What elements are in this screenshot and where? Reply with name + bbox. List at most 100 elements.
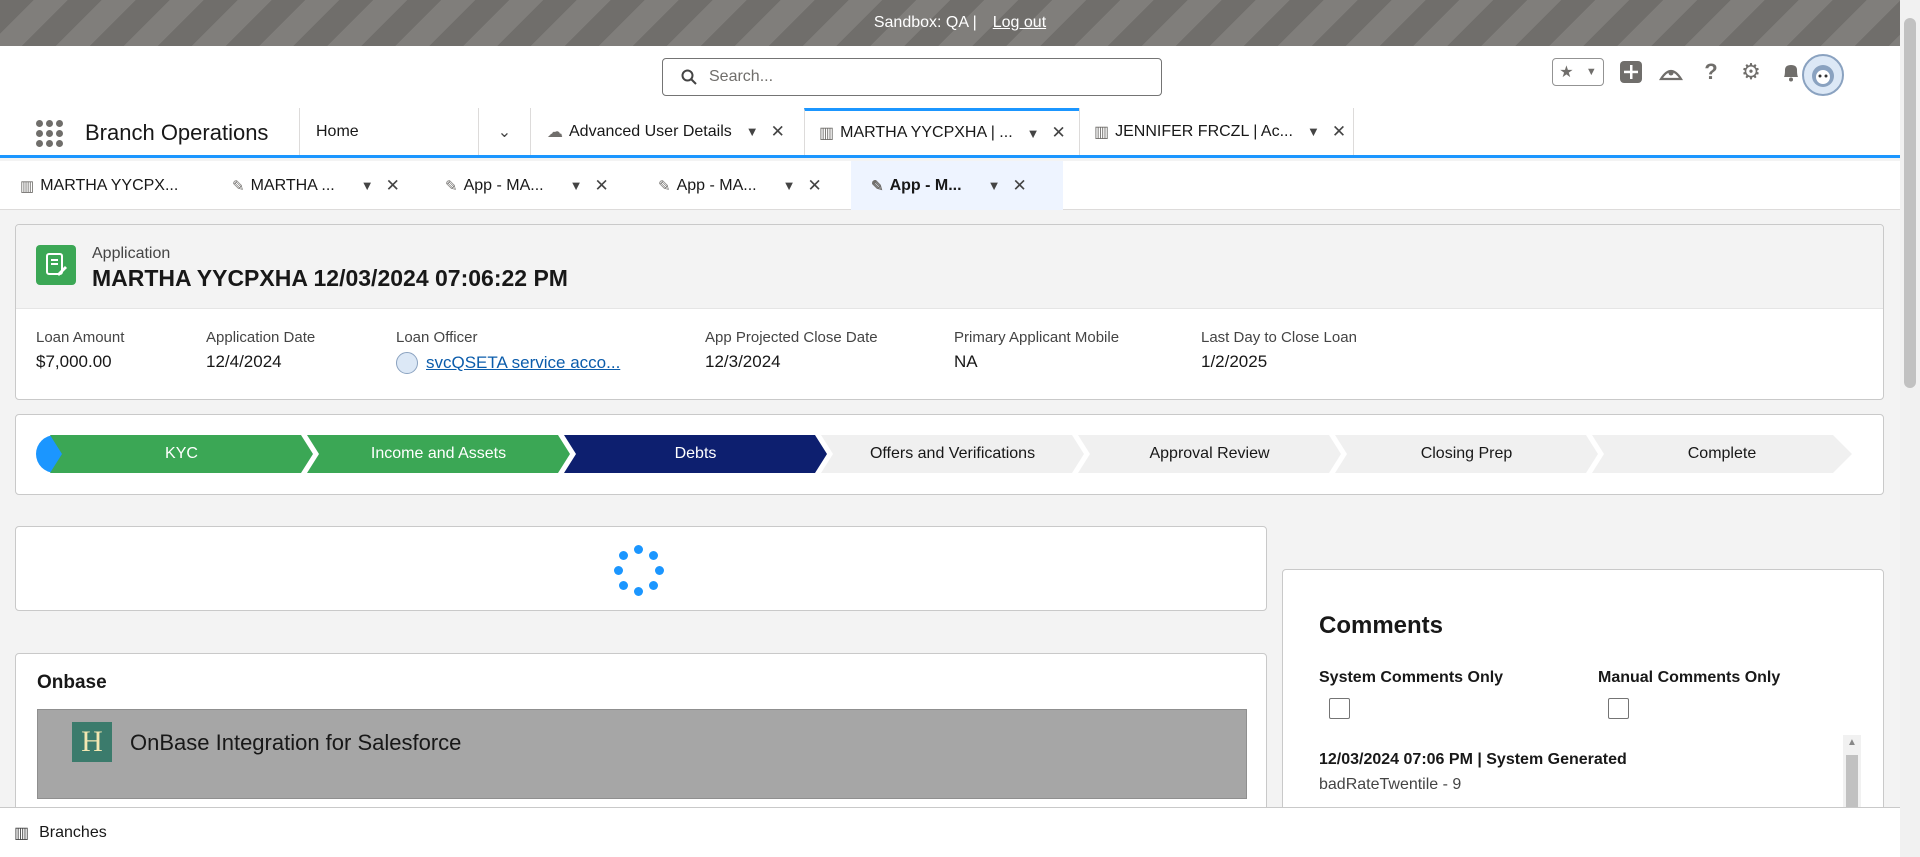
path-stage-income-assets[interactable]: Income and Assets xyxy=(307,435,570,473)
chevron-down-icon[interactable]: ▼ xyxy=(783,178,796,193)
field-label: Loan Officer xyxy=(396,329,478,346)
page-scroll-thumb[interactable] xyxy=(1904,18,1916,388)
close-icon[interactable]: ✕ xyxy=(1012,176,1026,196)
nav-tab-jennifer[interactable]: ▥ JENNIFER FRCZL | Ac... ▼ ✕ xyxy=(1079,108,1354,155)
nav-tab-advanced-user-details[interactable]: ☁ Advanced User Details ▼ ✕ xyxy=(530,108,804,155)
application-icon: ✎ xyxy=(445,177,458,195)
scroll-up-icon[interactable]: ▲ xyxy=(1847,737,1857,748)
header-icons: ★ ▼ ? ⚙ xyxy=(1552,58,1804,86)
close-icon[interactable]: ✕ xyxy=(1332,122,1346,142)
application-icon: ✎ xyxy=(232,177,245,195)
chevron-down-icon[interactable]: ▼ xyxy=(1027,126,1040,141)
manual-comments-checkbox[interactable] xyxy=(1608,698,1629,719)
subtab-martha-account[interactable]: ▥ MARTHA YYCPX... xyxy=(0,161,212,210)
bell-icon[interactable] xyxy=(1778,59,1804,85)
application-icon: ✎ xyxy=(658,177,671,195)
path-stage-complete[interactable]: Complete xyxy=(1592,435,1852,473)
cloud-icon: ☁ xyxy=(547,123,563,141)
search-input[interactable]: Search... xyxy=(662,58,1162,96)
field-label: App Projected Close Date xyxy=(705,329,878,346)
nav-tab-label: Advanced User Details xyxy=(569,122,732,140)
plus-icon[interactable] xyxy=(1618,59,1644,85)
utility-branches-item[interactable]: Branches xyxy=(39,824,107,842)
help-icon[interactable]: ? xyxy=(1698,59,1724,85)
filter-system-label: System Comments Only xyxy=(1319,669,1504,686)
loading-spinner xyxy=(614,545,664,596)
field-label: Loan Amount xyxy=(36,329,125,346)
field-label: Application Date xyxy=(206,329,316,346)
subtab-app-2[interactable]: ✎ App - MA... ▼ ✕ xyxy=(638,161,851,210)
building-icon: ▥ xyxy=(20,177,35,195)
path-stage-debts[interactable]: Debts xyxy=(564,435,827,473)
chevron-down-icon: ⌄ xyxy=(497,123,512,141)
stage-label: KYC xyxy=(165,445,198,462)
gear-icon[interactable]: ⚙ xyxy=(1738,59,1764,85)
path-stage-closing-prep[interactable]: Closing Prep xyxy=(1335,435,1598,473)
subtab-app-1[interactable]: ✎ App - MA... ▼ ✕ xyxy=(425,161,638,210)
trailhead-icon[interactable] xyxy=(1658,59,1684,85)
onbase-logo: H xyxy=(72,722,112,762)
close-icon[interactable]: ✕ xyxy=(594,176,608,196)
subtab-label: App - MA... xyxy=(463,176,544,194)
nav-tab-overflow[interactable]: ⌄ xyxy=(478,108,530,155)
path-component: KYC Income and Assets Debts Offers and V… xyxy=(15,414,1884,495)
path-stage-kyc[interactable]: KYC xyxy=(50,435,313,473)
close-icon[interactable]: ✕ xyxy=(807,176,821,196)
field-value: NA xyxy=(954,352,978,371)
comment-body: badRateTwentile - 9 xyxy=(1319,776,1462,793)
chevron-down-icon[interactable]: ▼ xyxy=(746,124,759,139)
system-comments-checkbox[interactable] xyxy=(1329,698,1350,719)
close-icon[interactable]: ✕ xyxy=(1052,123,1066,143)
comment-header: 12/03/2024 07:06 PM | System Generated xyxy=(1319,751,1627,768)
officer-avatar xyxy=(396,352,418,374)
subtab-app-active[interactable]: ✎ App - M... ▼ ✕ xyxy=(851,161,1063,210)
utility-bar: ▥ Branches xyxy=(0,807,1900,857)
stage-label: Closing Prep xyxy=(1420,445,1513,462)
subtab-label: MARTHA YYCPX... xyxy=(40,176,179,194)
application-icon: ✎ xyxy=(871,177,884,195)
record-title: MARTHA YYCPXHA 12/03/2024 07:06:22 PM xyxy=(92,265,568,291)
onbase-product-name: OnBase Integration for Salesforce xyxy=(130,730,462,755)
chevron-down-icon[interactable]: ▼ xyxy=(988,178,1001,193)
subtab-label: MARTHA ... xyxy=(250,176,335,194)
nav-tab-martha[interactable]: ▥ MARTHA YYCPXHA | ... ▼ ✕ xyxy=(804,108,1079,155)
comments-title: Comments xyxy=(1319,612,1444,639)
record-header-top: Application MARTHA YYCPXHA 12/03/2024 07… xyxy=(16,225,1883,309)
global-header: Search... ★ ▼ ? ⚙ xyxy=(0,46,1900,108)
chevron-down-icon[interactable]: ▼ xyxy=(570,178,583,193)
field-value: 12/3/2024 xyxy=(705,352,781,371)
path-stage-approval-review[interactable]: Approval Review xyxy=(1078,435,1341,473)
field-label: Primary Applicant Mobile xyxy=(954,329,1120,346)
app-launcher-icon[interactable] xyxy=(36,120,63,147)
logout-link[interactable]: Log out xyxy=(993,14,1046,32)
field-last-day-to-close: Last Day to Close Loan 1/2/2025 xyxy=(1201,329,1357,372)
field-label: Last Day to Close Loan xyxy=(1201,329,1357,346)
field-projected-close-date: App Projected Close Date 12/3/2024 xyxy=(705,329,878,372)
close-icon[interactable]: ✕ xyxy=(386,176,400,196)
user-avatar[interactable] xyxy=(1802,54,1844,96)
nav-tab-label: JENNIFER FRCZL | Ac... xyxy=(1115,122,1293,140)
chevron-down-icon[interactable]: ▼ xyxy=(1307,124,1320,139)
page-scrollbar[interactable] xyxy=(1900,0,1920,857)
nav-tab-home[interactable]: Home xyxy=(299,108,478,155)
loan-officer-link[interactable]: svcQSETA service acco... xyxy=(426,353,620,373)
chevron-down-icon[interactable]: ▼ xyxy=(361,178,374,193)
application-record-icon xyxy=(36,245,76,285)
stage-label: Offers and Verifications xyxy=(869,445,1036,462)
building-icon: ▥ xyxy=(1094,123,1110,141)
favorites-group: ★ ▼ xyxy=(1552,58,1604,86)
path-stage-offers[interactable]: Offers and Verifications xyxy=(821,435,1084,473)
field-loan-officer: Loan Officer svcQSETA service acco... xyxy=(396,329,620,374)
close-icon[interactable]: ✕ xyxy=(771,122,785,142)
search-icon xyxy=(681,69,697,85)
stage-label: Income and Assets xyxy=(370,445,507,462)
chevron-down-icon[interactable]: ▼ xyxy=(1586,66,1597,78)
sandbox-banner: Sandbox: QA | Log out xyxy=(0,0,1920,46)
search-placeholder: Search... xyxy=(709,68,774,85)
subtab-label: App - MA... xyxy=(676,176,757,194)
field-value: $7,000.00 xyxy=(36,352,112,371)
star-icon[interactable]: ★ xyxy=(1559,62,1573,82)
subtab-martha[interactable]: ✎ MARTHA ... ▼ ✕ xyxy=(212,161,425,210)
navigation-bar: Branch Operations Home ⌄ ☁ Advanced User… xyxy=(0,108,1900,158)
building-icon: ▥ xyxy=(819,125,835,142)
